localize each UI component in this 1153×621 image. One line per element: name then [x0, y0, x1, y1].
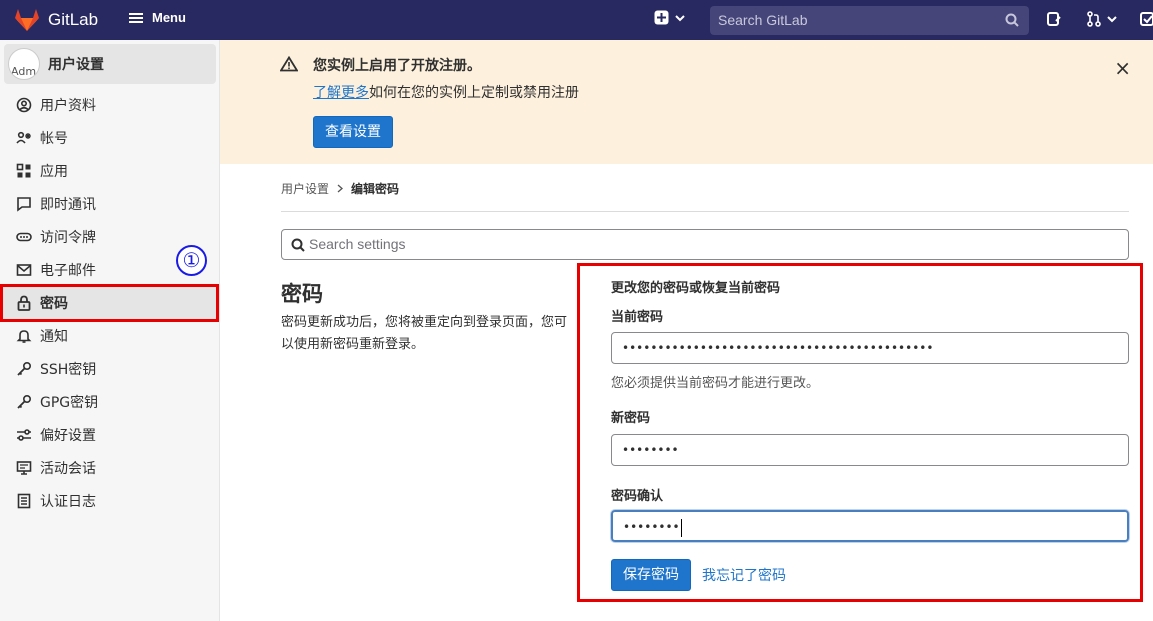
alert-body: 了解更多如何在您的实例上定制或禁用注册: [313, 82, 579, 102]
sidebar-item-label: 活动会话: [40, 460, 96, 477]
highlight-box-password-form: [577, 263, 1143, 602]
settings-search-input[interactable]: Search settings: [281, 229, 1129, 260]
account-icon: [16, 130, 32, 146]
highlight-box-password-nav: [0, 284, 219, 322]
alert-body-text: 如何在您的实例上定制或禁用注册: [369, 85, 579, 101]
merge-request-icon: [1087, 11, 1101, 27]
search-icon: [291, 238, 305, 252]
sidebar-item-label: SSH密钥: [40, 361, 97, 378]
sidebar-item-label: 认证日志: [40, 493, 96, 510]
merge-requests-button[interactable]: [1086, 11, 1117, 27]
sidebar-item-label: 即时通讯: [40, 196, 96, 213]
search-placeholder: Search GitLab: [718, 12, 808, 28]
bell-icon: [16, 328, 32, 344]
sidebar-item-label: 通知: [40, 328, 68, 345]
sidebar-item-label: 帐号: [40, 130, 68, 147]
todo-icon[interactable]: [1140, 11, 1153, 27]
key-icon: [16, 361, 32, 377]
menu-button[interactable]: Menu: [128, 10, 186, 25]
mail-icon: [16, 262, 32, 278]
applications-icon: [16, 163, 32, 179]
logo-text: GitLab: [48, 10, 99, 29]
top-navigation-bar: GitLab Menu Search GitLab: [0, 0, 1153, 40]
sidebar-title: 用户设置: [48, 57, 104, 73]
warning-icon: [280, 56, 298, 72]
new-dropdown-button[interactable]: [654, 10, 685, 25]
issues-icon[interactable]: [1046, 11, 1062, 27]
sidebar-item-preferences[interactable]: 偏好设置: [0, 418, 218, 451]
sidebar-item-label: 电子邮件: [40, 262, 96, 279]
search-icon: [1005, 13, 1019, 27]
sidebar-item-applications[interactable]: 应用: [0, 154, 218, 187]
learn-more-link[interactable]: 了解更多: [313, 85, 369, 101]
chevron-down-icon: [1107, 16, 1117, 23]
profile-icon: [16, 97, 32, 113]
preferences-icon: [16, 427, 32, 443]
sidebar-item-label: 访问令牌: [40, 229, 96, 246]
settings-search-placeholder: Search settings: [309, 236, 406, 252]
token-icon: [16, 229, 32, 245]
avatar: Adm: [8, 48, 40, 80]
breadcrumb-parent[interactable]: 用户设置: [281, 180, 329, 197]
chevron-right-icon: [337, 184, 344, 193]
sidebar-item-label: GPG密钥: [40, 394, 99, 411]
plus-square-icon: [654, 10, 669, 25]
sidebar-item-ssh-keys[interactable]: SSH密钥: [0, 352, 218, 385]
gitlab-logo[interactable]: GitLab: [14, 8, 98, 32]
key-icon: [16, 394, 32, 410]
divider: [281, 211, 1129, 212]
global-search-input[interactable]: Search GitLab: [710, 6, 1029, 35]
close-icon[interactable]: ×: [1114, 56, 1131, 80]
section-description: 密码更新成功后，您将被重定向到登录页面，您可以使用新密码重新登录。: [281, 315, 568, 352]
sidebar-item-label: 偏好设置: [40, 427, 96, 444]
chevron-down-icon: [675, 14, 685, 21]
hamburger-icon: [129, 12, 143, 23]
menu-label: Menu: [152, 10, 186, 25]
sidebar-header[interactable]: Adm 用户设置: [4, 44, 216, 84]
sidebar-item-account[interactable]: 帐号: [0, 121, 218, 154]
breadcrumb: 用户设置 编辑密码: [281, 180, 399, 197]
view-settings-button[interactable]: 查看设置: [313, 116, 393, 148]
sidebar-item-auth-log[interactable]: 认证日志: [0, 484, 218, 517]
sidebar-item-label: 用户资料: [40, 97, 96, 114]
section-title: 密码: [281, 282, 323, 306]
sidebar-item-active-sessions[interactable]: 活动会话: [0, 451, 218, 484]
open-registration-alert: 您实例上启用了开放注册。 了解更多如何在您的实例上定制或禁用注册 查看设置 ×: [220, 40, 1153, 164]
sidebar-item-profile[interactable]: 用户资料: [0, 88, 218, 121]
alert-title: 您实例上启用了开放注册。: [313, 58, 481, 74]
log-icon: [16, 493, 32, 509]
sidebar-item-notifications[interactable]: 通知: [0, 319, 218, 352]
breadcrumb-current[interactable]: 编辑密码: [351, 180, 399, 197]
sidebar-item-gpg-keys[interactable]: GPG密钥: [0, 385, 218, 418]
chat-icon: [16, 196, 32, 212]
monitor-icon: [16, 460, 32, 476]
gitlab-tanuki-icon: [15, 9, 39, 31]
sidebar-item-chat[interactable]: 即时通讯: [0, 187, 218, 220]
sidebar-item-label: 应用: [40, 163, 68, 180]
annotation-number-badge: ①: [176, 245, 207, 276]
